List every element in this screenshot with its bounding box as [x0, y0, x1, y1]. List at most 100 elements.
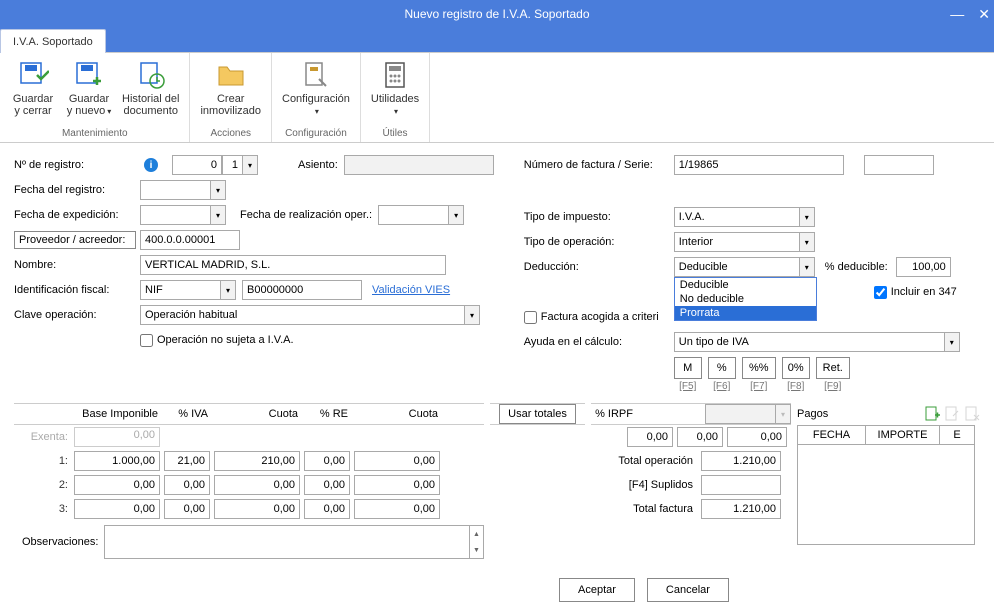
proveedor-input[interactable]: [140, 230, 240, 250]
idfiscal-tipo-drop[interactable]: ▾: [220, 280, 236, 300]
r1-iva[interactable]: [164, 451, 210, 471]
incluir-347-checkbox[interactable]: [874, 286, 887, 299]
total-op-label: Total operación: [591, 455, 701, 467]
ribbon: Guardar y cerrar Guardar y nuevo▾ Histor…: [0, 53, 994, 143]
calc-0pct-button[interactable]: 0%: [782, 357, 810, 379]
r3-label: 3:: [14, 503, 74, 515]
aceptar-button[interactable]: Aceptar: [559, 578, 635, 602]
r3-re[interactable]: [304, 499, 350, 519]
delete-page-icon[interactable]: [964, 406, 980, 422]
tipo-op-label: Tipo de operación:: [524, 236, 674, 248]
ded-opt-deducible[interactable]: Deducible: [675, 278, 816, 292]
r3-base[interactable]: [74, 499, 160, 519]
close-button[interactable]: ✕: [978, 6, 990, 23]
r3-cuota[interactable]: [214, 499, 300, 519]
guardar-cerrar-button[interactable]: Guardar y cerrar: [6, 57, 60, 126]
r2-cuota[interactable]: [214, 475, 300, 495]
proveedor-label[interactable]: Proveedor / acreedor:: [14, 231, 136, 249]
tab-iva-soportado[interactable]: I.V.A. Soportado: [0, 29, 106, 53]
guardar-nuevo-button[interactable]: Guardar y nuevo▾: [62, 57, 116, 126]
fecha-real-input[interactable]: [378, 205, 448, 225]
calc-pct-button[interactable]: %: [708, 357, 736, 379]
ded-opt-no-deducible[interactable]: No deducible: [675, 292, 816, 306]
ded-select[interactable]: [674, 257, 799, 277]
ayuda-drop[interactable]: ▾: [944, 332, 960, 352]
calc-f8-hint: [F8]: [782, 381, 810, 392]
vies-link[interactable]: Validación VIES: [372, 284, 450, 296]
r2-cuota2[interactable]: [354, 475, 440, 495]
crear-inmovilizado-button[interactable]: Crear inmovilizado: [196, 57, 265, 126]
r1-base[interactable]: [74, 451, 160, 471]
n-registro-b-input[interactable]: [222, 155, 242, 175]
obs-label: Observaciones:: [22, 536, 98, 548]
ribbon-group-configuracion: Configuración: [285, 126, 347, 142]
calc-pctpct-button[interactable]: %%: [742, 357, 776, 379]
calc-ret-button[interactable]: Ret.: [816, 357, 850, 379]
historial-documento-button[interactable]: Historial del documento: [118, 57, 183, 126]
obs-spin-down[interactable]: ▼: [470, 542, 483, 558]
col-irpf: % IRPF: [591, 408, 639, 420]
fecha-exp-input[interactable]: [140, 205, 210, 225]
ded-opt-prorrata[interactable]: Prorrata: [675, 306, 816, 320]
idfiscal-num-input[interactable]: [242, 280, 362, 300]
ayuda-select[interactable]: [674, 332, 944, 352]
suplidos-val[interactable]: [701, 475, 781, 495]
total-fac-val[interactable]: [701, 499, 781, 519]
pagos-grid[interactable]: FECHA IMPORTE E: [797, 425, 975, 545]
tipo-op-drop[interactable]: ▾: [799, 232, 815, 252]
edit-page-icon[interactable]: [944, 406, 960, 422]
obs-spin-up[interactable]: ▲: [470, 526, 483, 542]
clave-drop[interactable]: ▾: [464, 305, 480, 325]
idfiscal-tipo-select[interactable]: [140, 280, 220, 300]
add-page-icon[interactable]: [924, 406, 940, 422]
tipo-imp-label: Tipo de impuesto:: [524, 211, 674, 223]
r2-iva[interactable]: [164, 475, 210, 495]
num-factura-input[interactable]: [674, 155, 844, 175]
irpf-b[interactable]: [677, 427, 723, 447]
pct-ded-input[interactable]: [896, 257, 951, 277]
minimize-button[interactable]: —: [950, 6, 964, 22]
tipo-imp-drop[interactable]: ▾: [799, 207, 815, 227]
fecha-exp-label: Fecha de expedición:: [14, 209, 140, 221]
r3-cuota2[interactable]: [354, 499, 440, 519]
exenta-base: 0,00: [74, 427, 160, 447]
r1-re[interactable]: [304, 451, 350, 471]
r1-cuota[interactable]: [214, 451, 300, 471]
fecha-registro-input[interactable]: [140, 180, 210, 200]
r3-iva[interactable]: [164, 499, 210, 519]
total-op-val[interactable]: [701, 451, 781, 471]
irpf-a[interactable]: [627, 427, 673, 447]
n-registro-a-input[interactable]: [172, 155, 222, 175]
usar-totales-button[interactable]: Usar totales: [499, 404, 576, 424]
r2-base[interactable]: [74, 475, 160, 495]
n-registro-b-drop[interactable]: ▾: [242, 155, 258, 175]
tipo-imp-select[interactable]: [674, 207, 799, 227]
fecha-registro-drop[interactable]: ▾: [210, 180, 226, 200]
observaciones-input[interactable]: ▲▼: [104, 525, 484, 559]
nombre-input[interactable]: [140, 255, 446, 275]
irpf-c[interactable]: [727, 427, 787, 447]
factura-criterio-label: Factura acogida a criteri: [541, 311, 659, 323]
factura-criterio-checkbox[interactable]: [524, 311, 537, 324]
fecha-exp-drop[interactable]: ▾: [210, 205, 226, 225]
ded-drop[interactable]: ▾: [799, 257, 815, 277]
asiento-input: [344, 155, 494, 175]
op-no-sujeta-checkbox[interactable]: [140, 334, 153, 347]
op-no-sujeta-label: Operación no sujeta a I.V.A.: [157, 334, 294, 346]
ded-dropdown-popup[interactable]: Deducible No deducible Prorrata: [674, 277, 817, 321]
clave-select[interactable]: [140, 305, 464, 325]
pagos-col-e: E: [940, 426, 974, 444]
info-icon[interactable]: i: [144, 158, 158, 172]
fecha-real-drop[interactable]: ▾: [448, 205, 464, 225]
cancelar-button[interactable]: Cancelar: [647, 578, 729, 602]
r2-label: 2:: [14, 479, 74, 491]
r2-re[interactable]: [304, 475, 350, 495]
configuracion-button[interactable]: Configuración▾: [278, 57, 354, 126]
tipo-op-select[interactable]: [674, 232, 799, 252]
utilidades-button[interactable]: Utilidades▾: [367, 57, 423, 126]
history-icon: [135, 59, 167, 91]
calc-m-button[interactable]: M: [674, 357, 702, 379]
r1-cuota2[interactable]: [354, 451, 440, 471]
pagos-label: Pagos: [797, 408, 828, 420]
serie-input[interactable]: [864, 155, 934, 175]
